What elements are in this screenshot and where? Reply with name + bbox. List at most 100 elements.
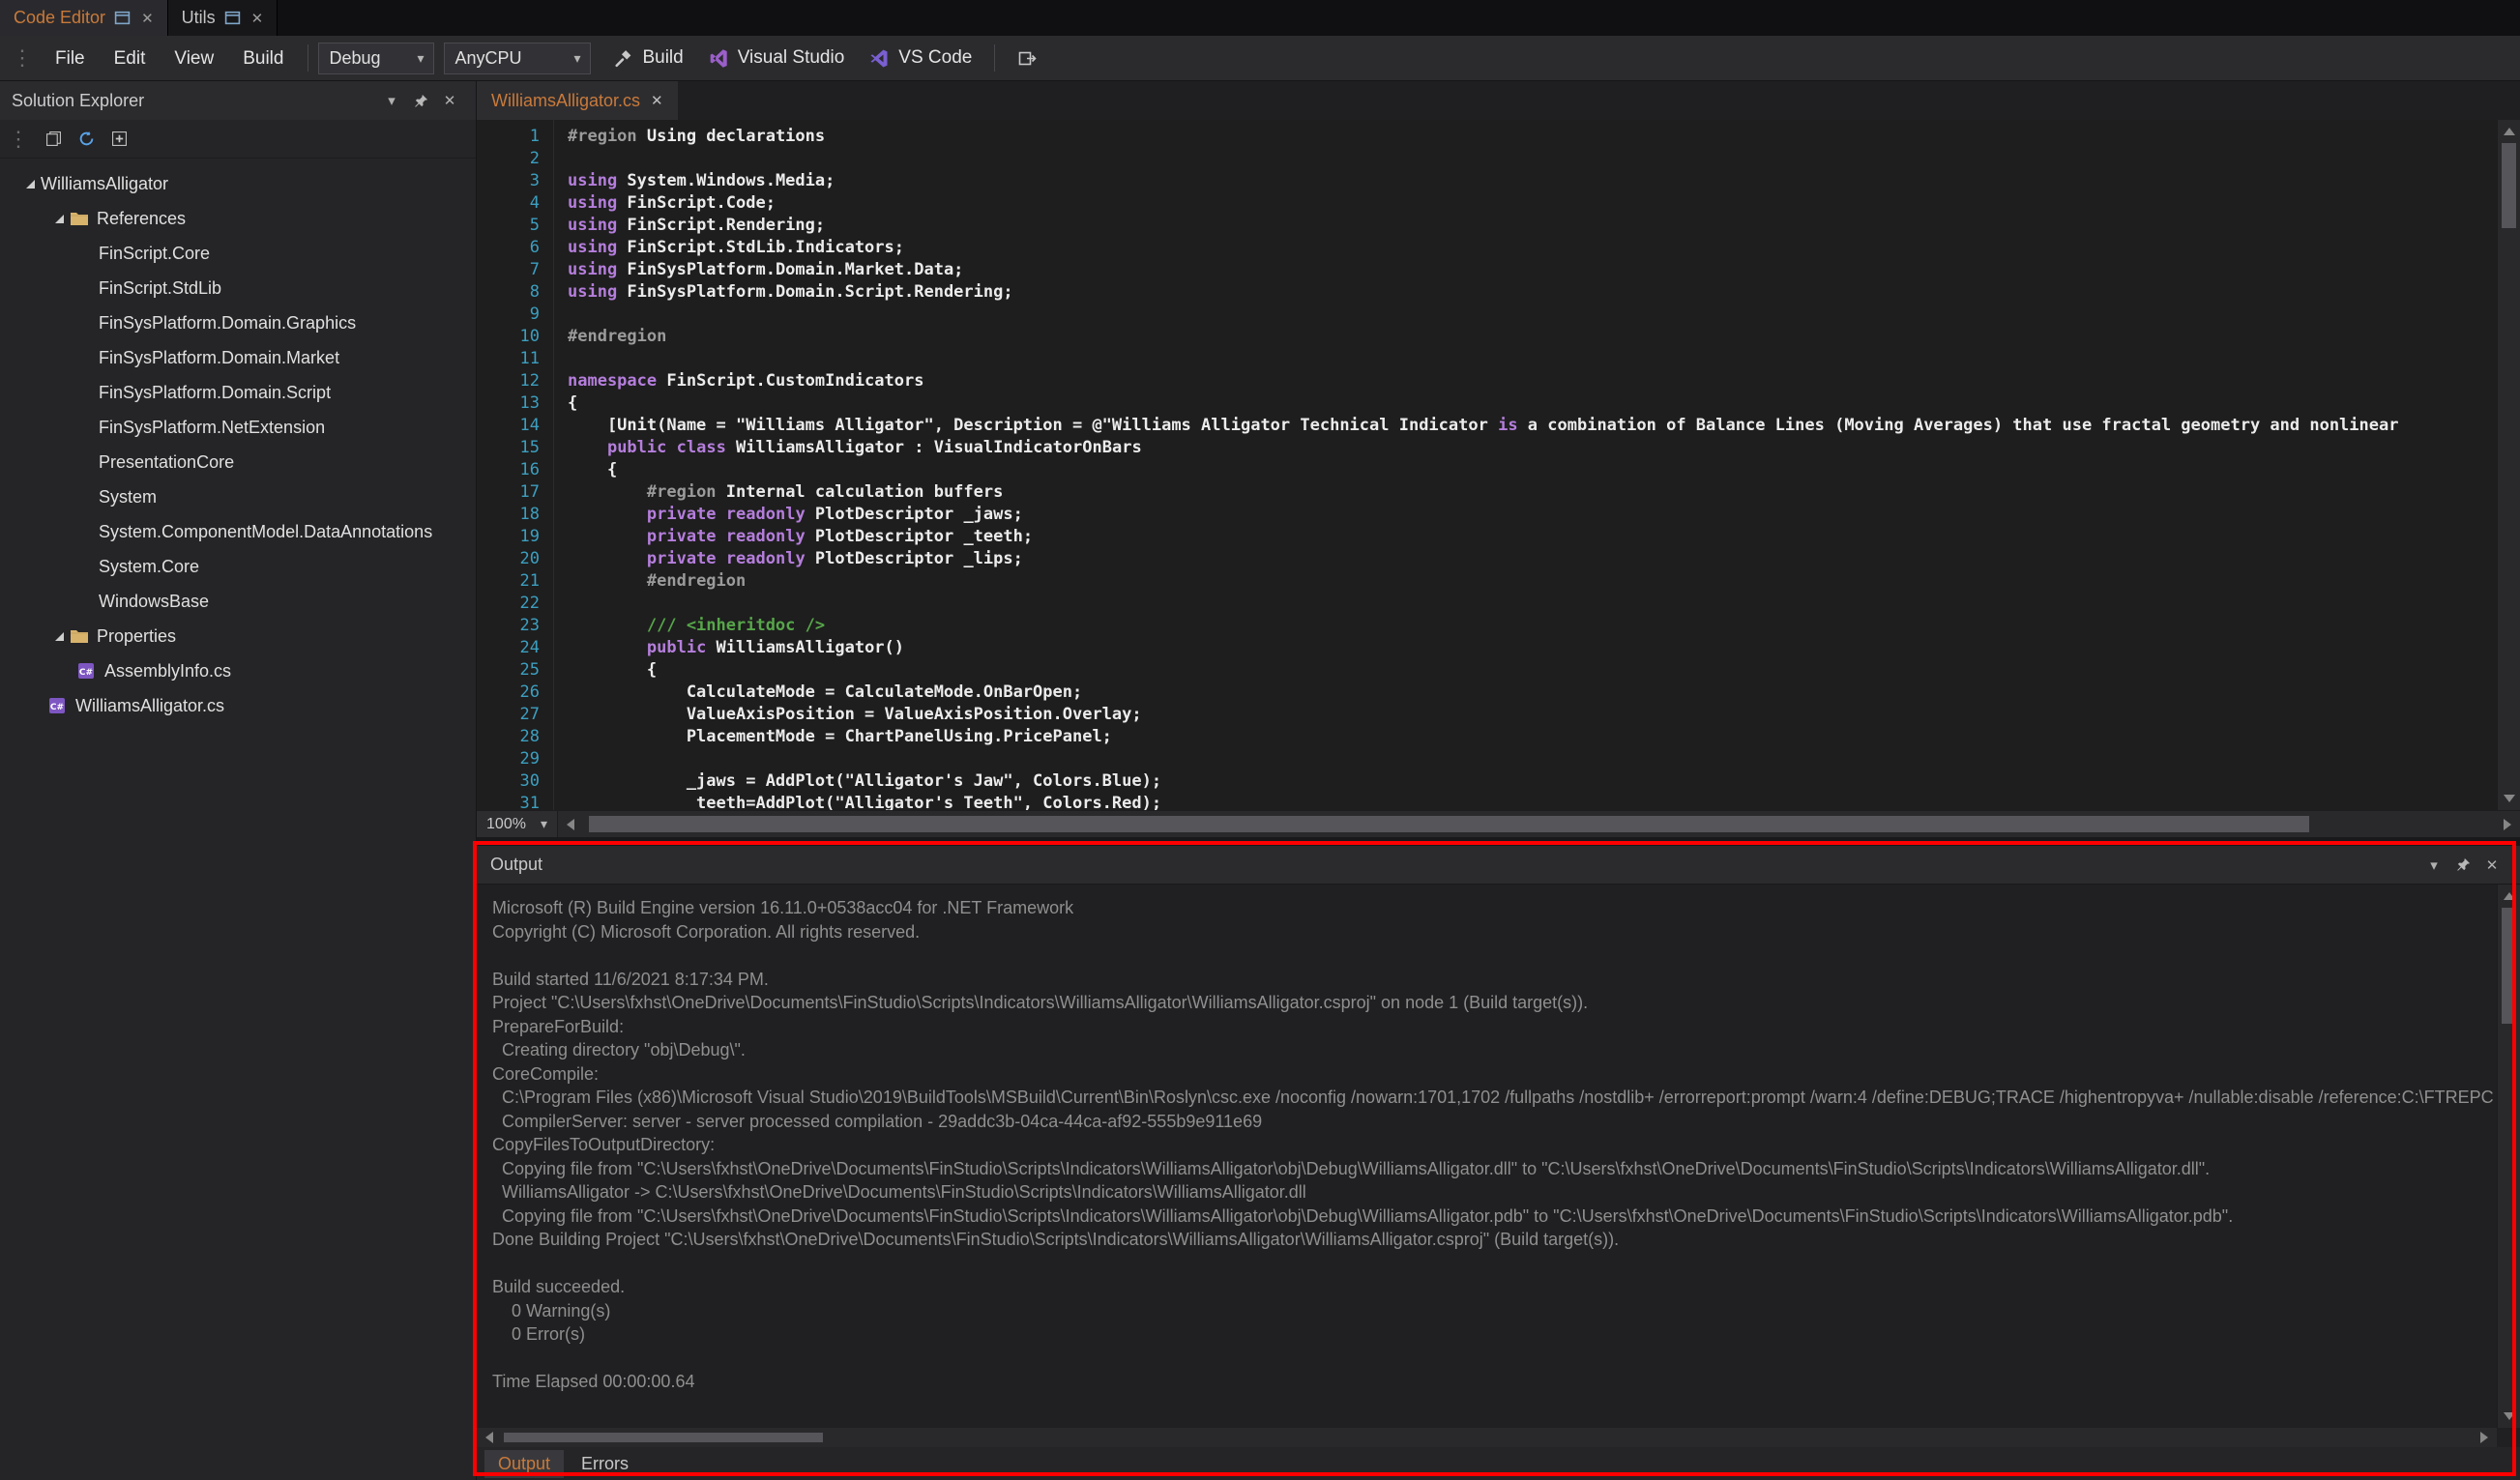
platform-dropdown[interactable]: AnyCPU ▾ [444, 43, 591, 74]
scroll-thumb[interactable] [2502, 143, 2516, 228]
configuration-dropdown[interactable]: Debug ▾ [318, 43, 434, 74]
menu-view[interactable]: View [160, 37, 228, 80]
pin-icon[interactable] [406, 94, 435, 108]
build-button[interactable]: Build [601, 40, 695, 76]
line-number: 4 [477, 192, 540, 215]
vscode-button[interactable]: VS Code [857, 40, 984, 76]
window-tab[interactable]: Code Editor✕ [0, 0, 168, 36]
add-item-icon[interactable] [103, 131, 135, 147]
code-line: { [568, 659, 2497, 682]
output-log-line: 0 Error(s) [492, 1322, 2497, 1347]
expander-icon[interactable] [48, 632, 70, 641]
scroll-right-arrow[interactable] [2480, 1432, 2488, 1443]
expander-icon[interactable] [19, 180, 41, 189]
output-log[interactable]: Microsoft (R) Build Engine version 16.11… [477, 885, 2497, 1428]
visual-studio-button[interactable]: Visual Studio [696, 40, 858, 76]
zoom-control[interactable]: 100% ▾ [477, 811, 558, 837]
hammer-icon [613, 48, 633, 69]
output-bottom-tab-errors[interactable]: Errors [568, 1450, 642, 1478]
close-tab-icon[interactable]: ✕ [251, 10, 264, 27]
panel-splitter[interactable] [477, 837, 2520, 846]
toolbar-separator [994, 44, 995, 72]
scroll-right-arrow[interactable] [2504, 819, 2511, 830]
tree-item-williamsalligator[interactable]: WilliamsAlligator [0, 166, 476, 201]
scroll-down-arrow[interactable] [2504, 795, 2515, 802]
open-in-window-button[interactable] [1005, 40, 1050, 76]
tree-item-system-componentmodel-dataannotations[interactable]: System.ComponentModel.DataAnnotations [0, 514, 476, 549]
code-line: { [568, 392, 2497, 415]
tree-item-finscript-stdlib[interactable]: FinScript.StdLib [0, 271, 476, 305]
scroll-track[interactable] [502, 1428, 2472, 1447]
close-panel-icon[interactable]: ✕ [2477, 856, 2506, 874]
tree-item-presentationcore[interactable]: PresentationCore [0, 445, 476, 479]
line-number: 29 [477, 748, 540, 770]
output-tab-bar: OutputErrors [477, 1447, 2520, 1480]
editor-vertical-scrollbar[interactable] [2497, 120, 2520, 810]
menu-build[interactable]: Build [228, 37, 298, 80]
tree-item-properties[interactable]: Properties [0, 619, 476, 653]
code-line: PlacementMode = ChartPanelUsing.PricePan… [568, 726, 2497, 748]
close-panel-icon[interactable]: ✕ [435, 92, 464, 109]
menu-edit[interactable]: Edit [100, 37, 161, 80]
scroll-down-arrow[interactable] [2504, 1412, 2515, 1420]
scroll-track[interactable] [2498, 908, 2520, 1405]
tree-item-label: AssemblyInfo.cs [104, 661, 231, 682]
output-log-line: PrepareForBuild: [492, 1015, 2497, 1039]
window-tab[interactable]: Utils✕ [168, 0, 278, 36]
platform-value: AnyCPU [454, 48, 521, 69]
close-tab-icon[interactable]: ✕ [651, 92, 663, 109]
close-tab-icon[interactable]: ✕ [141, 10, 154, 27]
svg-text:C#: C# [79, 668, 93, 678]
output-horizontal-scrollbar[interactable] [477, 1428, 2497, 1447]
tree-item-finsysplatform-domain-script[interactable]: FinSysPlatform.Domain.Script [0, 375, 476, 410]
tree-item-system[interactable]: System [0, 479, 476, 514]
scroll-thumb[interactable] [504, 1433, 823, 1442]
build-button-label: Build [642, 47, 683, 69]
expander-icon[interactable] [48, 215, 70, 223]
tree-item-finsysplatform-domain-graphics[interactable]: FinSysPlatform.Domain.Graphics [0, 305, 476, 340]
menu-file[interactable]: File [41, 37, 100, 80]
line-number: 6 [477, 237, 540, 259]
tree-item-williamsalligator-cs[interactable]: C#WilliamsAlligator.cs [0, 688, 476, 723]
output-vertical-scrollbar[interactable] [2497, 885, 2520, 1428]
copy-items-icon[interactable] [37, 131, 70, 147]
chevron-down-icon[interactable]: ▾ [2419, 856, 2448, 874]
output-bottom-tab-output[interactable]: Output [484, 1450, 564, 1478]
tree-item-windowsbase[interactable]: WindowsBase [0, 584, 476, 619]
toolbar-grip[interactable]: ⋮ [8, 47, 41, 69]
tree-item-finsysplatform-domain-market[interactable]: FinSysPlatform.Domain.Market [0, 340, 476, 375]
tree-item-system-core[interactable]: System.Core [0, 549, 476, 584]
tree-item-assemblyinfo-cs[interactable]: C# AssemblyInfo.cs [0, 653, 476, 688]
code-line: { [568, 459, 2497, 481]
scroll-up-arrow[interactable] [2504, 892, 2515, 900]
toolbar-grip[interactable]: ⋮ [4, 129, 37, 150]
tree-item-label: FinSysPlatform.NetExtension [99, 418, 325, 438]
line-number: 16 [477, 459, 540, 481]
scroll-track[interactable] [2498, 143, 2520, 787]
tree-item-references[interactable]: References [0, 201, 476, 236]
refresh-icon[interactable] [70, 131, 103, 147]
line-number: 25 [477, 659, 540, 682]
chevron-down-icon[interactable]: ▾ [377, 92, 406, 109]
pin-icon[interactable] [2448, 857, 2477, 872]
line-number: 1 [477, 126, 540, 148]
scroll-thumb[interactable] [2502, 908, 2516, 1024]
configuration-value: Debug [329, 48, 380, 69]
scroll-thumb[interactable] [589, 816, 2309, 832]
scroll-up-arrow[interactable] [2504, 128, 2515, 135]
scroll-left-arrow[interactable] [485, 1432, 493, 1443]
code-line: using FinSysPlatform.Domain.Market.Data; [568, 259, 2497, 281]
editor-horizontal-scrollbar[interactable] [558, 811, 2520, 837]
output-panel: Output ▾ ✕ Microsoft (R) Build Engine ve… [477, 846, 2520, 1480]
file-tab[interactable]: WilliamsAlligator.cs ✕ [477, 81, 678, 120]
code-area[interactable]: #region Using declarations using System.… [554, 120, 2497, 810]
scroll-track[interactable] [583, 811, 2495, 837]
tree-item-finscript-core[interactable]: FinScript.Core [0, 236, 476, 271]
code-line: namespace FinScript.CustomIndicators [568, 370, 2497, 392]
line-number: 27 [477, 704, 540, 726]
tree-item-finsysplatform-netextension[interactable]: FinSysPlatform.NetExtension [0, 410, 476, 445]
line-number: 11 [477, 348, 540, 370]
scroll-left-arrow[interactable] [567, 819, 574, 830]
tree-item-label: FinSysPlatform.Domain.Market [99, 348, 339, 368]
tree-item-label: System [99, 487, 157, 508]
